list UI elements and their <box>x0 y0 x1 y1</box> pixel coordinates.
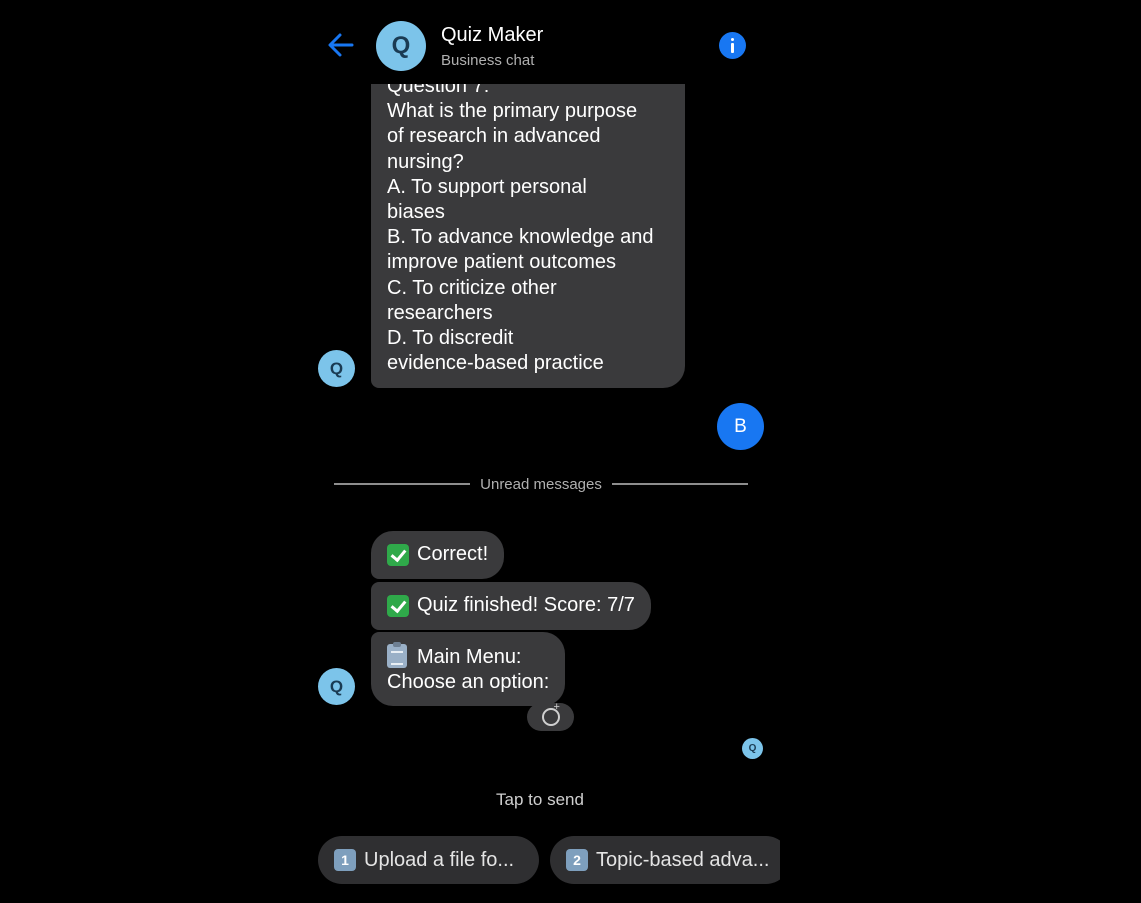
seen-indicator-avatar: Q <box>742 738 763 759</box>
option-line: evidence-based practice <box>387 352 604 375</box>
question-line: nursing? <box>387 150 464 173</box>
option-line: researchers <box>387 301 493 324</box>
add-reaction-button[interactable] <box>527 701 574 731</box>
check-mark-icon <box>387 595 409 617</box>
chat-header: Q Quiz Maker Business chat <box>310 0 780 84</box>
clipboard-icon <box>387 642 407 668</box>
unread-divider: Unread messages <box>334 474 749 494</box>
bot-avatar-small: Q <box>318 350 355 387</box>
quick-reply-label: Topic-based adva... <box>596 848 770 871</box>
divider-rule <box>334 483 471 485</box>
question-line: of research in advanced <box>387 125 601 148</box>
correct-text: Correct! <box>417 543 489 566</box>
keycap-one-icon: 1 <box>334 849 356 871</box>
option-line: B. To advance knowledge and <box>387 226 654 249</box>
score-text: Quiz finished! Score: 7/7 <box>417 594 635 617</box>
info-icon[interactable] <box>719 32 746 59</box>
menu-prompt: Choose an option: <box>387 671 550 694</box>
question-bubble: Question 7: What is the primary purpose … <box>371 70 685 388</box>
unread-label: Unread messages <box>480 475 602 493</box>
correct-bubble: Correct! <box>371 531 505 579</box>
bot-avatar[interactable]: Q <box>376 21 426 71</box>
option-line: biases <box>387 201 445 224</box>
user-reply-bubble: B <box>717 403 764 450</box>
chat-subtitle: Business chat <box>441 52 535 69</box>
score-bubble: Quiz finished! Score: 7/7 <box>371 582 651 630</box>
tap-to-send-hint: Tap to send <box>496 790 584 809</box>
back-arrow-icon[interactable] <box>324 28 358 62</box>
keycap-two-icon: 2 <box>566 849 588 871</box>
divider-rule <box>611 483 749 485</box>
chat-title[interactable]: Quiz Maker <box>441 24 543 47</box>
quick-reply-topic-based[interactable]: 2 Topic-based adva... <box>550 836 780 884</box>
menu-title: Main Menu: <box>417 646 522 668</box>
option-line: improve patient outcomes <box>387 251 617 274</box>
quick-reply-label: Upload a file fo... <box>364 848 515 871</box>
bot-avatar-small: Q <box>318 668 355 705</box>
question-line: What is the primary purpose <box>387 100 638 123</box>
chat-screen: Question 7: What is the primary purpose … <box>310 0 780 903</box>
option-line: A. To support personal <box>387 175 587 198</box>
check-mark-icon <box>387 544 409 566</box>
smiley-plus-icon <box>541 701 560 726</box>
menu-bubble: Main Menu: Choose an option: <box>371 632 566 706</box>
option-line: D. To discredit <box>387 327 514 350</box>
quick-reply-upload-file[interactable]: 1 Upload a file fo... <box>318 836 539 884</box>
option-line: C. To criticize other <box>387 276 557 299</box>
